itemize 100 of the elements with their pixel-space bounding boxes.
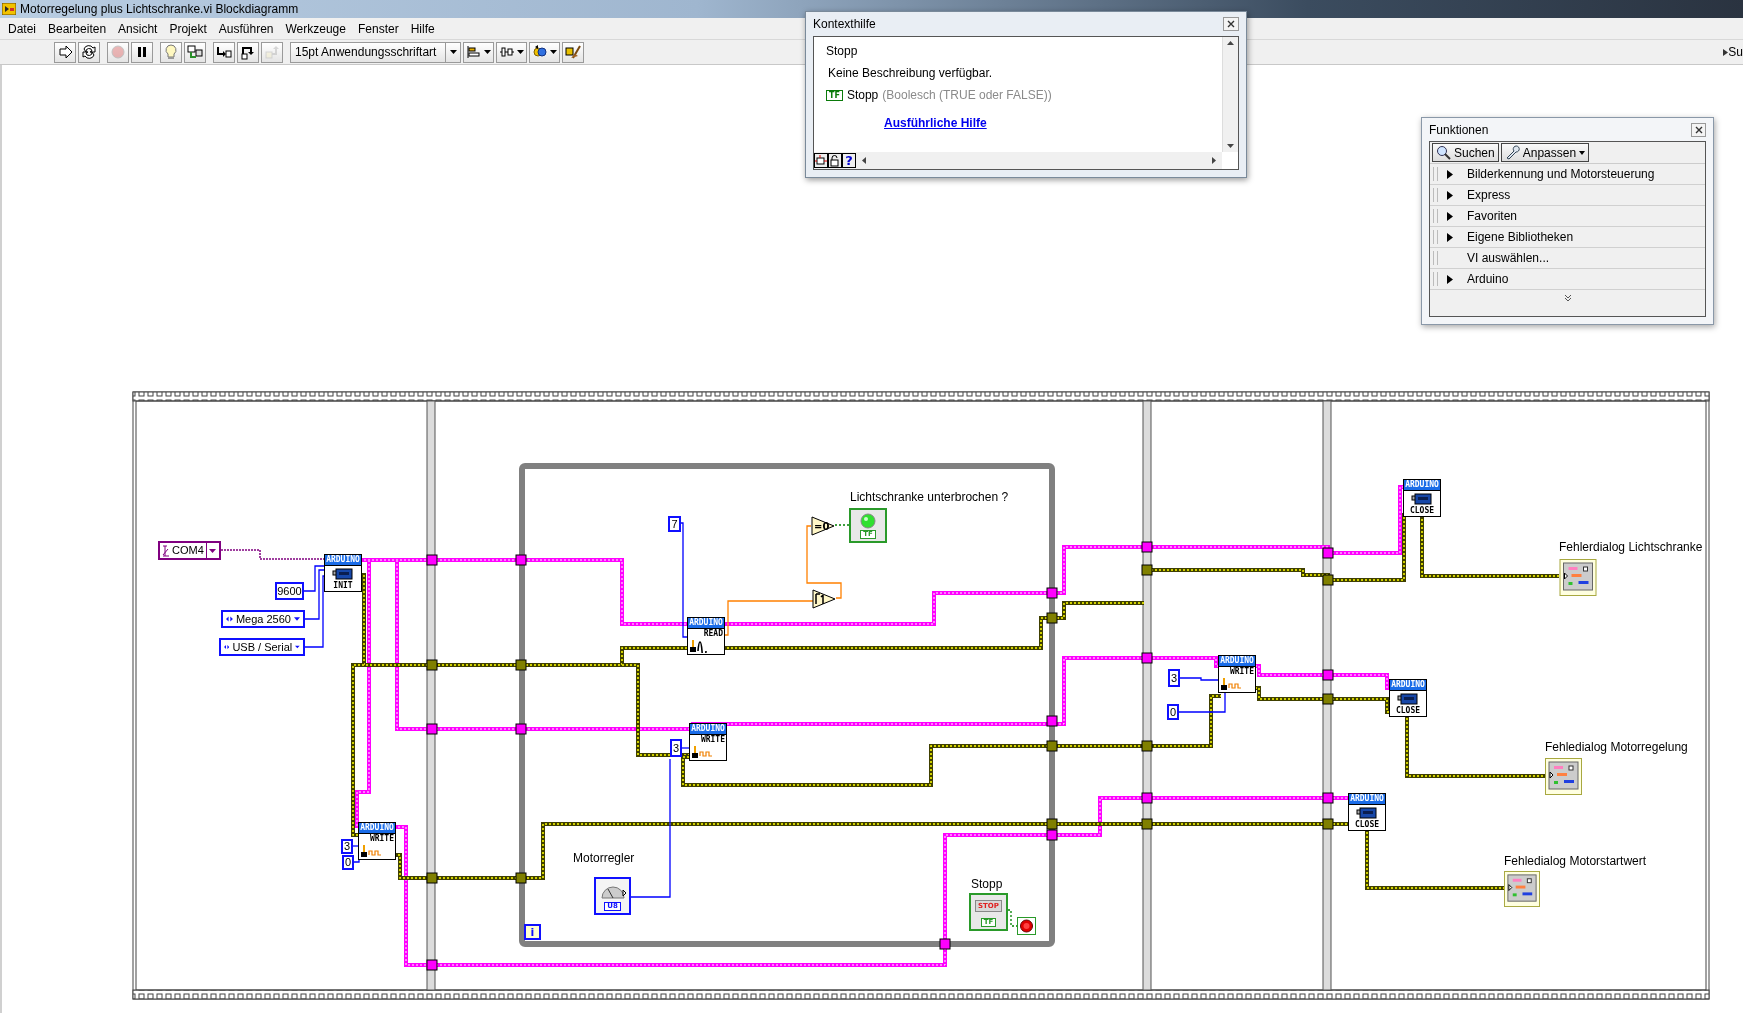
caret-icon — [449, 50, 457, 54]
tunnel — [426, 723, 438, 735]
palette-category[interactable]: Favoriten — [1430, 206, 1705, 227]
wrench-icon — [1504, 145, 1520, 160]
menu-item[interactable]: Fenster — [351, 21, 405, 36]
terminal-label: Motorregler — [573, 851, 635, 865]
tunnel — [1046, 740, 1058, 752]
caret-icon — [517, 50, 524, 54]
scroll-left-icon[interactable] — [862, 157, 866, 164]
tunnel — [515, 554, 527, 566]
menu-item[interactable]: Datei — [2, 21, 42, 36]
tunnel — [1046, 818, 1058, 830]
align-objects-button[interactable] — [463, 41, 494, 63]
customize-button[interactable]: Anpassen — [1500, 143, 1590, 162]
node-label: CLOSE — [1408, 507, 1436, 515]
scroll-down-icon[interactable] — [1227, 144, 1234, 148]
step-over-button[interactable] — [237, 41, 259, 63]
board-icon — [332, 568, 354, 580]
run-continuously-button[interactable] — [78, 41, 100, 63]
clean-up-diagram-button[interactable] — [562, 41, 584, 63]
node-banner: ARDUINO — [688, 618, 724, 629]
caret-icon — [208, 548, 216, 553]
help-heading: Stopp — [826, 44, 859, 58]
menu-item[interactable]: Werkzeuge — [279, 21, 352, 36]
arrows-icon — [226, 616, 233, 622]
terminal-label: Stopp — [971, 877, 1003, 891]
node-label: WRITE — [1229, 668, 1254, 676]
detailed-help-button[interactable]: ? — [842, 153, 856, 168]
scroll-right-icon[interactable] — [1212, 157, 1216, 164]
search-icon — [1436, 145, 1451, 160]
pause-button[interactable] — [131, 41, 153, 63]
board-icon — [1397, 693, 1419, 705]
distribute-objects-button[interactable] — [496, 41, 527, 63]
node-banner: ARDUINO — [325, 555, 361, 566]
tunnel — [426, 554, 438, 566]
node-banner: ARDUINO — [690, 724, 726, 735]
tunnel — [1322, 574, 1334, 586]
step-into-button[interactable] — [213, 41, 235, 63]
board-icon — [1356, 807, 1378, 819]
detailed-help-link[interactable]: Ausführliche Hilfe — [884, 116, 1210, 130]
triangle-icon — [1723, 49, 1729, 56]
numeric-constant: 3 — [670, 739, 682, 757]
palette-category[interactable]: VI auswählen... — [1430, 248, 1705, 269]
tunnel — [1141, 740, 1153, 752]
terminal-label: Lichtschranke unterbrochen ? — [850, 490, 1009, 504]
tunnel — [426, 872, 438, 884]
distribute-icon — [499, 44, 515, 60]
tunnel — [1141, 818, 1153, 830]
search-field[interactable]: Su — [1723, 45, 1743, 59]
terminal-type: (Boolesch (TRUE oder FALSE)) — [882, 88, 1052, 102]
node-banner: ARDUINO — [1390, 680, 1426, 691]
lock-icon — [829, 154, 841, 167]
close-icon — [1694, 125, 1703, 134]
close-button[interactable] — [1691, 122, 1706, 137]
iteration-terminal: i — [524, 924, 541, 940]
lock-help-button[interactable] — [828, 153, 842, 168]
close-icon — [1227, 20, 1235, 28]
tunnel — [1141, 792, 1153, 804]
enum-constant: Mega 2560 — [221, 610, 305, 628]
error-dialog-icon — [1559, 559, 1597, 596]
palette-category[interactable]: Eigene Bibliotheken — [1430, 227, 1705, 248]
retain-wire-values-button[interactable] — [184, 41, 206, 63]
numeric-constant: 9600 — [275, 582, 304, 600]
menu-item[interactable]: Projekt — [163, 21, 213, 36]
broom-icon — [565, 44, 581, 60]
stop-icon — [110, 44, 126, 60]
step-over-icon — [240, 44, 256, 60]
font-dropdown[interactable]: 15pt Anwendungsschriftart — [290, 41, 461, 63]
tunnel — [1141, 541, 1153, 553]
palette-category[interactable]: Express — [1430, 185, 1705, 206]
tunnel — [1046, 612, 1058, 624]
app-icon — [2, 3, 16, 15]
search-button[interactable]: Suchen — [1432, 143, 1499, 162]
caret-icon — [295, 645, 300, 649]
palette-category[interactable]: Bilderkennung und Motorsteuerung — [1430, 164, 1705, 185]
run-button[interactable] — [54, 41, 76, 63]
run-arrow-icon — [57, 44, 73, 60]
stop-terminal-icon — [1017, 917, 1036, 935]
menu-item[interactable]: Bearbeiten — [42, 21, 113, 36]
boolean-type-icon: TF — [826, 89, 843, 101]
node-label: CLOSE — [1394, 707, 1422, 715]
tunnel — [515, 872, 527, 884]
close-button[interactable] — [1223, 17, 1239, 31]
tunnel — [1322, 792, 1334, 804]
menu-item[interactable]: Ausführen — [212, 21, 280, 36]
node-banner: ARDUINO — [1219, 656, 1255, 667]
vertical-scrollbar[interactable] — [1222, 37, 1238, 152]
menu-item[interactable]: Hilfe — [404, 21, 441, 36]
tunnel — [515, 723, 527, 735]
show-optional-terminals-button[interactable] — [814, 153, 828, 168]
terminal-label: Fehledialog Motorstartwert — [1504, 854, 1647, 868]
numeric-constant: 3 — [1168, 669, 1180, 687]
palette-category[interactable]: Arduino — [1430, 269, 1705, 290]
tunnel — [426, 959, 438, 971]
menu-item[interactable]: Ansicht — [112, 21, 164, 36]
caret-icon — [484, 50, 491, 54]
reorder-button[interactable] — [529, 41, 560, 63]
numeric-constant: 0 — [1167, 704, 1179, 720]
tunnel — [1141, 564, 1153, 576]
expand-more-icon[interactable] — [1563, 294, 1572, 302]
